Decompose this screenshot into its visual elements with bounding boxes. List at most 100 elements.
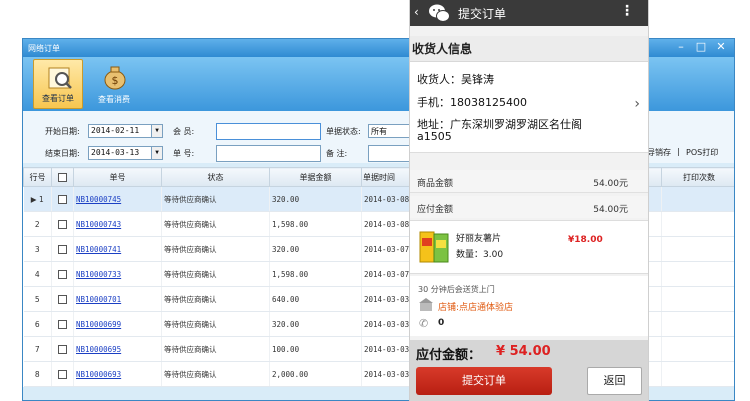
product-name: 好丽友薯片: [456, 234, 502, 244]
row-number: 1: [38, 194, 44, 204]
receiver-name: 收货人：吴锋涛: [417, 73, 494, 86]
order-no-label: 单 号:: [173, 149, 195, 158]
status-cell: 等待供应商确认: [161, 211, 270, 237]
order-number[interactable]: NB10000701: [76, 295, 121, 304]
product-image: [419, 231, 449, 263]
money-bag-icon: $: [104, 66, 126, 90]
column-header[interactable]: 行号: [23, 167, 52, 187]
back-button[interactable]: 返回: [587, 367, 642, 395]
order-number-link[interactable]: NB10000699: [73, 311, 162, 337]
status-label: 单据状态:: [326, 127, 361, 136]
amount-cell: 2,000.00: [269, 361, 362, 387]
order-number[interactable]: NB10000745: [76, 195, 121, 204]
row-number: 7: [34, 344, 40, 354]
amount-cell: 1,598.00: [269, 211, 362, 237]
back-arrow-icon[interactable]: ‹: [414, 5, 419, 19]
row-checkbox[interactable]: [51, 211, 74, 237]
chevron-down-icon[interactable]: ▼: [151, 125, 162, 137]
remark-label: 备 注:: [326, 149, 348, 158]
amount-cell: 320.00: [269, 186, 362, 212]
row-number-cell: 7: [23, 336, 52, 362]
product-price: ¥18.00: [568, 235, 603, 245]
start-date-field[interactable]: 2014-02-11 ▼: [88, 124, 163, 138]
goods-item[interactable]: 好丽友薯片 数量：3.00 ¥18.00: [410, 220, 648, 274]
end-date-field[interactable]: 2014-03-13 ▼: [88, 146, 163, 160]
row-number-cell: ▶ 1: [23, 186, 52, 212]
view-orders-button[interactable]: 查看订单: [33, 59, 83, 109]
receiver-info-card[interactable]: 收货人：吴锋涛 手机：18038125400 地址：广东深圳罗湖罗湖区名仕阁 a…: [410, 62, 648, 153]
row-number: 6: [34, 319, 40, 329]
pos-print-button[interactable]: POS打印: [686, 147, 718, 158]
row-checkbox[interactable]: [51, 236, 74, 262]
maximize-icon[interactable]: □: [692, 40, 710, 54]
order-number[interactable]: NB10000695: [76, 345, 121, 354]
print-count-cell: [661, 336, 734, 362]
receiver-phone: 手机：18038125400: [417, 96, 527, 109]
toolbar-separator: |: [677, 147, 680, 156]
order-number-link[interactable]: NB10000745: [73, 186, 162, 212]
row-checkbox[interactable]: [51, 336, 74, 362]
status-cell: 等待供应商确认: [161, 336, 270, 362]
view-orders-label: 查看订单: [42, 94, 74, 103]
window-title: 网络订单: [28, 44, 60, 53]
row-checkbox[interactable]: [51, 261, 74, 287]
print-count-cell: [661, 311, 734, 337]
row-checkbox[interactable]: [51, 286, 74, 312]
row-checkbox[interactable]: [51, 311, 74, 337]
column-header[interactable]: 状态: [161, 167, 270, 187]
order-number-link[interactable]: NB10000743: [73, 211, 162, 237]
column-header[interactable]: 打印次数: [661, 167, 734, 187]
end-date-value: 2014-03-13: [91, 148, 140, 157]
submit-order-button[interactable]: 提交订单: [416, 367, 552, 395]
row-checkbox[interactable]: [51, 361, 74, 387]
row-number: 3: [34, 244, 40, 254]
order-number[interactable]: NB10000741: [76, 245, 121, 254]
order-number-link[interactable]: NB10000733: [73, 261, 162, 287]
amount-cell: 640.00: [269, 286, 362, 312]
end-date-label: 结束日期:: [45, 149, 80, 158]
chevron-down-icon[interactable]: ▼: [151, 147, 162, 159]
close-icon[interactable]: ✕: [712, 40, 730, 54]
goods-amount-label: 商品金额: [417, 179, 454, 189]
delivery-note: 30 分钟后会送货上门: [418, 285, 495, 294]
row-number-cell: 3: [23, 236, 52, 262]
status-cell: 等待供应商确认: [161, 261, 270, 287]
view-consumption-button[interactable]: $ 查看消费: [89, 59, 139, 109]
mobile-order-screen: ‹ 提交订单 ⋮ 收货人信息 收货人：吴锋涛 手机：18038125400 地址…: [410, 0, 648, 401]
row-number: 8: [34, 369, 40, 379]
export-sales-button[interactable]: 导销存: [647, 147, 671, 158]
remark-input[interactable]: [368, 145, 413, 162]
product-quantity: 数量：3.00: [456, 250, 504, 260]
order-number[interactable]: NB10000693: [76, 370, 121, 379]
order-no-input[interactable]: [216, 145, 321, 162]
status-cell: 等待供应商确认: [161, 361, 270, 387]
print-count-cell: [661, 236, 734, 262]
select-all-checkbox[interactable]: [51, 167, 74, 187]
status-cell: 等待供应商确认: [161, 236, 270, 262]
status-select[interactable]: 所有: [368, 124, 413, 138]
payable-row: 应付金额 54.00元: [410, 196, 648, 218]
column-header[interactable]: 单号: [73, 167, 162, 187]
order-number-link[interactable]: NB10000695: [73, 336, 162, 362]
row-checkbox[interactable]: [51, 186, 74, 212]
order-number[interactable]: NB10000743: [76, 220, 121, 229]
row-number-cell: 5: [23, 286, 52, 312]
receiver-address-line2: a1505: [417, 130, 452, 143]
print-count-cell: [661, 261, 734, 287]
status-cell: 等待供应商确认: [161, 311, 270, 337]
row-number-cell: 4: [23, 261, 52, 287]
member-input[interactable]: [216, 123, 321, 140]
order-number[interactable]: NB10000733: [76, 270, 121, 279]
payable-value: 54.00元: [593, 205, 628, 215]
goods-amount-value: 54.00元: [593, 179, 628, 189]
order-number-link[interactable]: NB10000701: [73, 286, 162, 312]
order-number[interactable]: NB10000699: [76, 320, 121, 329]
member-label: 会 员:: [173, 127, 195, 136]
status-cell: 等待供应商确认: [161, 286, 270, 312]
more-options-icon[interactable]: ⋮: [620, 3, 634, 19]
column-header[interactable]: 单据金额: [269, 167, 362, 187]
minimize-icon[interactable]: –: [672, 40, 690, 54]
start-date-value: 2014-02-11: [91, 126, 140, 135]
order-number-link[interactable]: NB10000741: [73, 236, 162, 262]
order-number-link[interactable]: NB10000693: [73, 361, 162, 387]
